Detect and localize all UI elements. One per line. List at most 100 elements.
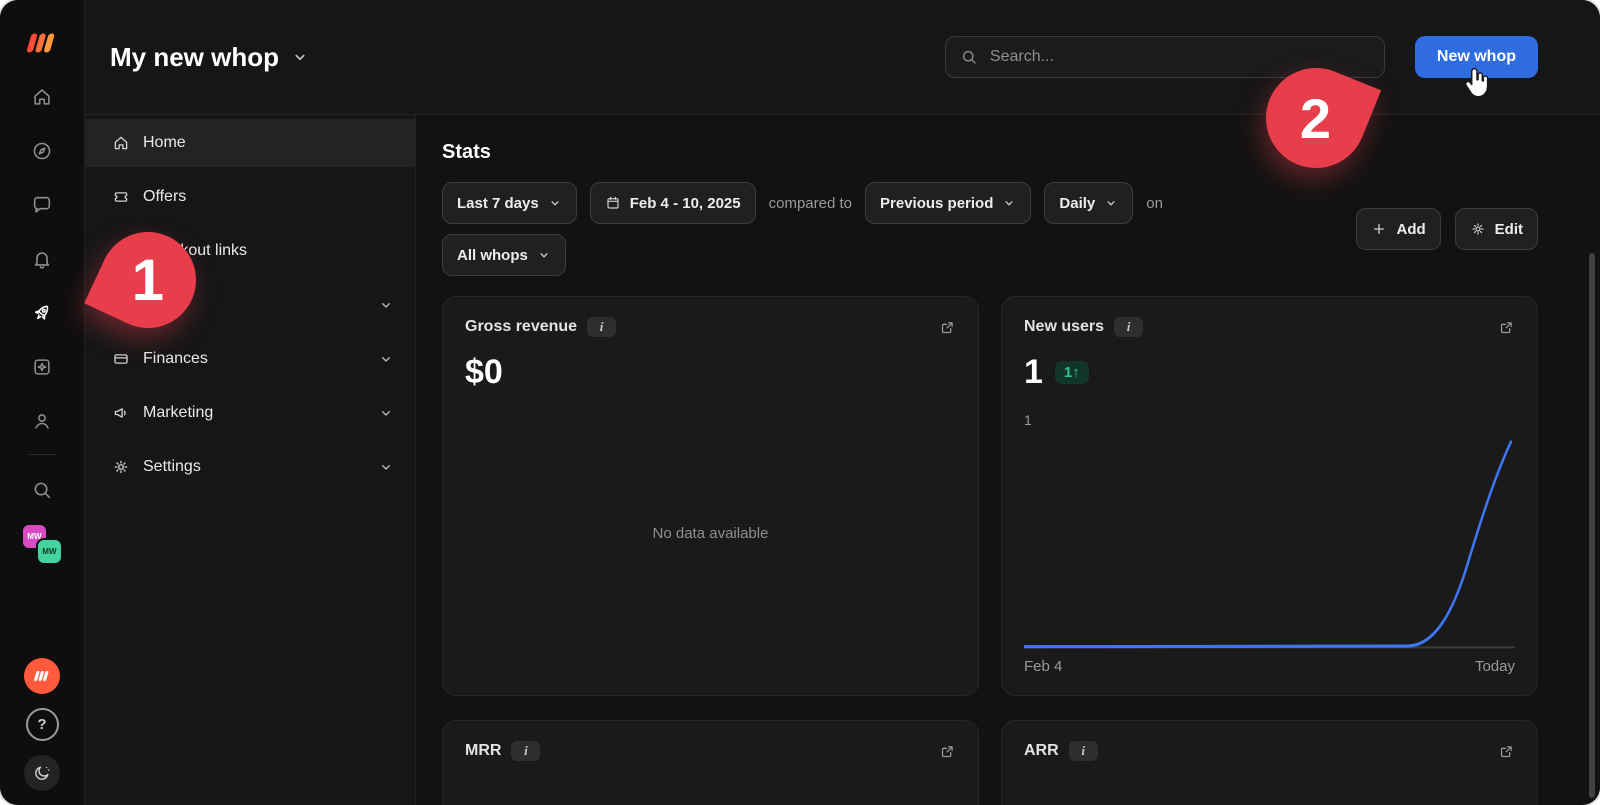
apps-rail-button[interactable] — [0, 340, 84, 394]
filters-actions: Add Edit — [1356, 208, 1538, 250]
main-column: My new whop New whop Home Offers — [85, 0, 1600, 805]
whop-org-avatar-button[interactable] — [24, 658, 60, 694]
sidebar: Home Offers Checkout links Finances — [85, 115, 415, 805]
sidebar-item-label: Settings — [143, 458, 201, 476]
chart-plot-area — [1024, 434, 1515, 650]
sidebar-item-offers[interactable]: Offers — [85, 173, 415, 221]
workspace-name: My new whop — [110, 42, 279, 73]
external-link-icon[interactable] — [939, 319, 956, 336]
empty-state-text: No data available — [465, 392, 956, 675]
chevron-down-icon — [1002, 196, 1016, 210]
chevron-down-icon — [378, 351, 394, 367]
person-icon — [31, 410, 53, 432]
page-title: Stats — [442, 141, 1538, 164]
card-title: MRR — [465, 742, 501, 760]
search-rail-button[interactable] — [0, 463, 84, 517]
metric-value: $0 — [465, 353, 956, 392]
card-header: MRR — [465, 741, 956, 761]
x-axis-end-label: Today — [1475, 658, 1515, 675]
notifications-rail-button[interactable] — [0, 232, 84, 286]
scope-value: All whops — [457, 247, 528, 264]
apps-icon — [31, 356, 53, 378]
date-range-preset-dropdown[interactable]: Last 7 days — [442, 182, 577, 224]
discover-rail-button[interactable] — [0, 124, 84, 178]
card-header: ARR — [1024, 741, 1515, 761]
workspace-avatar-button[interactable]: MW MW — [0, 517, 84, 571]
filters-row-1: Last 7 days Feb 4 - 10, 2025 compared to… — [442, 182, 1356, 224]
card-title: New users — [1024, 318, 1104, 336]
messages-rail-button[interactable] — [0, 178, 84, 232]
granularity-dropdown[interactable]: Daily — [1044, 182, 1133, 224]
sidebar-item-marketing[interactable]: Marketing — [85, 389, 415, 437]
card-title: Gross revenue — [465, 318, 577, 336]
dashboard-rail-button[interactable] — [0, 286, 84, 340]
edit-dashboard-button[interactable]: Edit — [1455, 208, 1538, 250]
external-link-icon[interactable] — [939, 743, 956, 760]
bell-icon — [31, 248, 53, 270]
compared-to-label: compared to — [769, 195, 852, 212]
gear-icon — [112, 458, 130, 476]
chat-icon — [31, 194, 53, 216]
profile-rail-button[interactable] — [0, 394, 84, 448]
credit-card-icon — [112, 350, 130, 368]
whop-logo-icon — [23, 30, 61, 56]
card-header: New users — [1024, 317, 1515, 337]
vertical-scrollbar[interactable] — [1589, 253, 1595, 798]
help-button[interactable] — [26, 708, 59, 741]
granularity-value: Daily — [1059, 195, 1095, 212]
app-window: MW MW My new whop — [0, 0, 1600, 805]
info-icon[interactable] — [587, 317, 616, 337]
date-range-value: Feb 4 - 10, 2025 — [630, 195, 741, 212]
search-input[interactable] — [988, 47, 1370, 67]
theme-toggle-button[interactable] — [24, 755, 60, 791]
y-axis-tick: 1 — [1024, 412, 1515, 428]
home-icon — [31, 86, 53, 108]
search-icon — [960, 48, 978, 66]
home-rail-button[interactable] — [0, 70, 84, 124]
info-icon[interactable] — [511, 741, 540, 761]
card-header: Gross revenue — [465, 317, 956, 337]
megaphone-icon — [112, 404, 130, 422]
card-title: ARR — [1024, 742, 1059, 760]
main-content: Stats Last 7 days Feb 4 - 10, 2025 — [415, 115, 1600, 805]
new-users-line — [1024, 434, 1515, 650]
chevron-down-icon — [1104, 196, 1118, 210]
moon-icon — [32, 763, 52, 783]
date-range-picker[interactable]: Feb 4 - 10, 2025 — [590, 182, 756, 224]
edit-button-label: Edit — [1495, 221, 1523, 238]
gear-icon — [1470, 221, 1486, 237]
scope-dropdown[interactable]: All whops — [442, 234, 566, 276]
chevron-down-icon — [378, 405, 394, 421]
chevron-down-icon — [378, 297, 394, 313]
external-link-icon[interactable] — [1498, 743, 1515, 760]
content-row: Home Offers Checkout links Finances — [85, 115, 1600, 805]
sidebar-item-home[interactable]: Home — [85, 119, 415, 167]
chevron-down-icon — [548, 196, 562, 210]
avatar: MW MW — [23, 525, 61, 563]
ticket-icon — [112, 188, 130, 206]
on-label: on — [1146, 195, 1163, 212]
sidebar-item-settings[interactable]: Settings — [85, 443, 415, 491]
stats-cards-grid: Gross revenue $0 No data available New u… — [442, 296, 1538, 805]
whop-logo[interactable] — [0, 16, 84, 70]
external-link-icon[interactable] — [1498, 319, 1515, 336]
comparison-dropdown[interactable]: Previous period — [865, 182, 1031, 224]
comparison-value: Previous period — [880, 195, 993, 212]
card-gross-revenue: Gross revenue $0 No data available — [442, 296, 979, 696]
add-widget-button[interactable]: Add — [1356, 208, 1440, 250]
rail-bottom-group — [24, 658, 60, 791]
home-icon — [112, 134, 130, 152]
sidebar-item-label: Offers — [143, 188, 186, 206]
sidebar-item-finances[interactable]: Finances — [85, 335, 415, 383]
line-chart: 1 Feb 4 Today — [1024, 412, 1515, 675]
x-axis-start-label: Feb 4 — [1024, 658, 1062, 675]
workspace-switcher[interactable]: My new whop — [110, 42, 945, 73]
info-icon[interactable] — [1069, 741, 1098, 761]
date-range-preset-value: Last 7 days — [457, 195, 539, 212]
card-new-users: New users 1 1↑ 1 — [1001, 296, 1538, 696]
new-whop-button[interactable]: New whop — [1415, 36, 1538, 78]
info-icon[interactable] — [1114, 317, 1143, 337]
rail-divider — [29, 454, 55, 455]
rocket-icon — [31, 302, 53, 324]
whop-mini-logo-icon — [32, 669, 52, 683]
